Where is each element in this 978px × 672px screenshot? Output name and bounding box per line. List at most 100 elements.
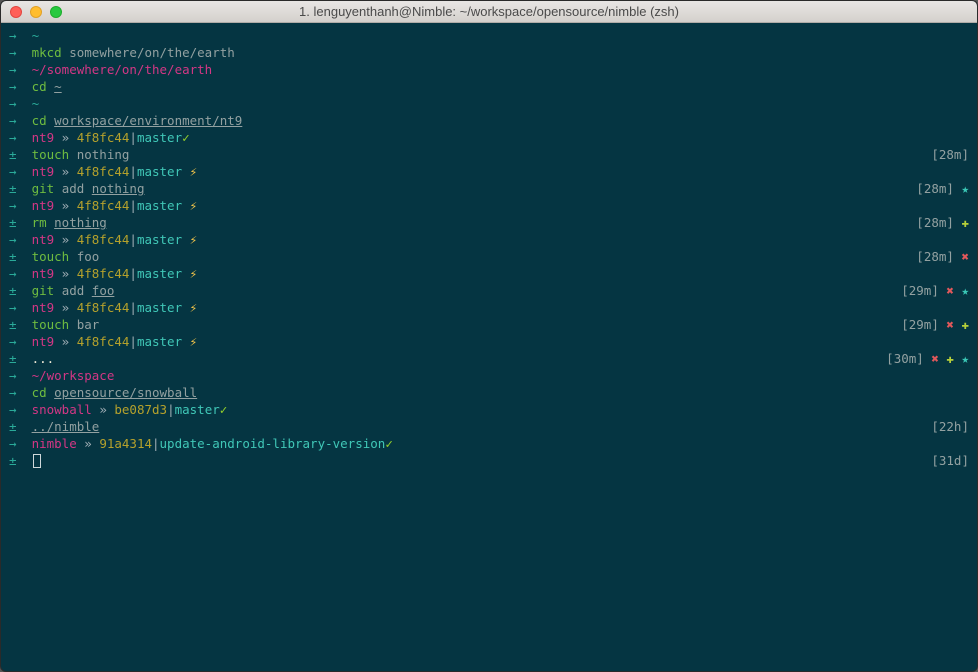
timestamp: [28m] (916, 249, 954, 264)
terminal-text: cd (32, 79, 55, 94)
terminal-text: opensource/snowball (54, 385, 197, 400)
terminal-line: → cd opensource/snowball (9, 384, 969, 401)
terminal-text: touch (32, 249, 77, 264)
terminal-text (182, 232, 190, 247)
terminal-line: → nt9 » 4f8fc44|master ⚡︎ (9, 163, 969, 180)
terminal-text: ✓ (220, 402, 228, 417)
terminal-text: | (129, 232, 137, 247)
terminal-text: ../nimble (32, 419, 100, 434)
terminal-text: ✓ (385, 436, 393, 451)
terminal-line: ± [31d] (9, 452, 969, 469)
terminal-text: » (54, 300, 77, 315)
terminal-text: nt9 (32, 266, 55, 281)
terminal-line: ± git add foo[29m] ✖ ★ (9, 282, 969, 299)
prompt-arrow-icon: → (9, 402, 32, 417)
terminal-text: master (137, 164, 182, 179)
right-status: [28m] ✖ (916, 248, 969, 265)
terminal-line: → nt9 » 4f8fc44|master ⚡︎ (9, 231, 969, 248)
terminal-text: » (92, 402, 115, 417)
terminal-text: | (129, 266, 137, 281)
terminal-text: » (54, 266, 77, 281)
terminal-line: → nt9 » 4f8fc44|master✓ (9, 129, 969, 146)
timestamp: [28m] (916, 181, 954, 196)
minimize-icon[interactable] (30, 6, 42, 18)
terminal-line: → ~ (9, 27, 969, 44)
timestamp: [29m] (901, 317, 939, 332)
right-status: [29m] ✖ ★ (901, 282, 969, 299)
terminal-text: be087d3 (114, 402, 167, 417)
terminal-text: | (129, 130, 137, 145)
terminal-text: git (32, 181, 62, 196)
git-added-icon: ✚ (961, 317, 969, 332)
terminal-line: ± rm nothing[28m] ✚ (9, 214, 969, 231)
git-dirty-icon: ✖ (961, 249, 969, 264)
timestamp: [31d] (931, 453, 969, 468)
prompt-plusminus-icon: ± (9, 147, 32, 162)
prompt-plusminus-icon: ± (9, 453, 32, 468)
terminal-line: → cd workspace/environment/nt9 (9, 112, 969, 129)
terminal-text: 4f8fc44 (77, 164, 130, 179)
terminal-text: 4f8fc44 (77, 334, 130, 349)
terminal-line: → nt9 » 4f8fc44|master ⚡︎ (9, 197, 969, 214)
git-staged-icon: ★ (961, 181, 969, 196)
terminal-text: somewhere/on/the/earth (69, 45, 235, 60)
timestamp: [29m] (901, 283, 939, 298)
terminal-text: nt9 (32, 130, 55, 145)
terminal-text: workspace/environment/nt9 (54, 113, 242, 128)
terminal-text: ~ (54, 79, 62, 94)
terminal-text: nt9 (32, 198, 55, 213)
terminal-text: nt9 (32, 232, 55, 247)
terminal-text: » (77, 436, 100, 451)
terminal-text: ✓ (182, 130, 190, 145)
prompt-arrow-icon: → (9, 130, 32, 145)
prompt-plusminus-icon: ± (9, 283, 32, 298)
terminal-text: | (152, 436, 160, 451)
window-title: 1. lenguyenthanh@Nimble: ~/workspace/ope… (1, 4, 977, 19)
terminal-text: ~/workspace (32, 368, 115, 383)
terminal-line: → mkcd somewhere/on/the/earth (9, 44, 969, 61)
prompt-arrow-icon: → (9, 62, 32, 77)
terminal-text (182, 266, 190, 281)
prompt-plusminus-icon: ± (9, 215, 32, 230)
terminal-text: cd (32, 385, 55, 400)
terminal-text: » (54, 198, 77, 213)
terminal-text: master (137, 198, 182, 213)
prompt-arrow-icon: → (9, 113, 32, 128)
terminal-text: ⚡︎ (190, 300, 198, 315)
terminal-text (182, 300, 190, 315)
prompt-arrow-icon: → (9, 334, 32, 349)
prompt-plusminus-icon: ± (9, 351, 32, 366)
prompt-arrow-icon: → (9, 28, 32, 43)
git-staged-icon: ★ (961, 351, 969, 366)
prompt-arrow-icon: → (9, 198, 32, 213)
timestamp: [28m] (931, 147, 969, 162)
git-added-icon: ✚ (946, 351, 954, 366)
terminal-text: » (54, 130, 77, 145)
terminal-text: 4f8fc44 (77, 266, 130, 281)
terminal-text: » (54, 232, 77, 247)
terminal-body[interactable]: → ~→ mkcd somewhere/on/the/earth→ ~/some… (1, 23, 977, 671)
git-staged-icon: ★ (961, 283, 969, 298)
terminal-text: | (167, 402, 175, 417)
prompt-arrow-icon: → (9, 436, 32, 451)
terminal-text: | (129, 334, 137, 349)
prompt-arrow-icon: → (9, 300, 32, 315)
prompt-arrow-icon: → (9, 96, 32, 111)
terminal-text: git (32, 283, 62, 298)
prompt-arrow-icon: → (9, 164, 32, 179)
terminal-text: nimble (32, 436, 77, 451)
terminal-text (182, 334, 190, 349)
terminal-text: master (137, 266, 182, 281)
terminal-text: | (129, 164, 137, 179)
terminal-text: 4f8fc44 (77, 232, 130, 247)
terminal-text: » (54, 164, 77, 179)
terminal-text: bar (77, 317, 100, 332)
terminal-text: update-android-library-version (160, 436, 386, 451)
timestamp: [22h] (931, 419, 969, 434)
terminal-text: | (129, 300, 137, 315)
prompt-plusminus-icon: ± (9, 419, 32, 434)
zoom-icon[interactable] (50, 6, 62, 18)
terminal-line: ± touch bar[29m] ✖ ✚ (9, 316, 969, 333)
terminal-text: nothing (92, 181, 145, 196)
close-icon[interactable] (10, 6, 22, 18)
